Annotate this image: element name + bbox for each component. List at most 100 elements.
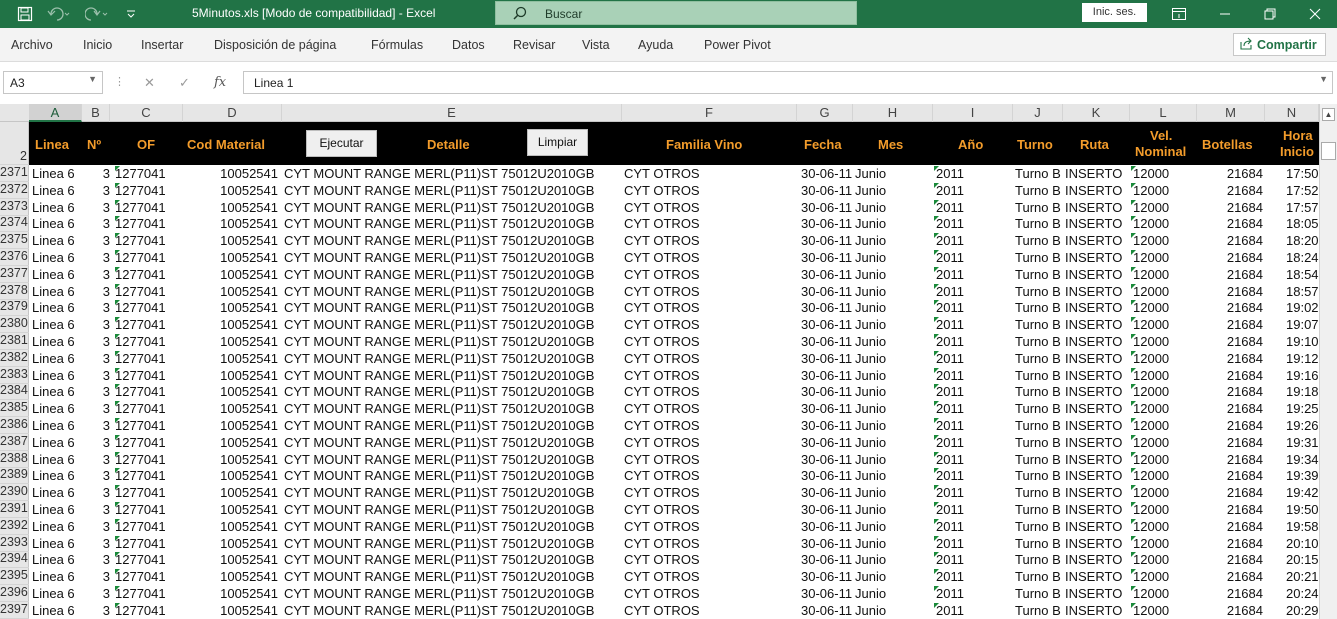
cell-turno[interactable]: Turno B	[1015, 300, 1061, 315]
cell-detalle[interactable]: CYT MOUNT RANGE MERL(P11)ST 75012U2010GB	[284, 536, 594, 551]
cell-ruta[interactable]: INSERTO	[1065, 368, 1122, 383]
cell-linea[interactable]: Linea 6	[32, 267, 75, 282]
cell-linea[interactable]: Linea 6	[32, 468, 75, 483]
cell-linea[interactable]: Linea 6	[32, 552, 75, 567]
cell-numero[interactable]: 3	[82, 552, 110, 567]
cell-familia[interactable]: CYT OTROS	[624, 317, 700, 332]
cell-familia[interactable]: CYT OTROS	[624, 435, 700, 450]
cell-vel-nominal[interactable]: 12000	[1133, 216, 1169, 231]
cell-fecha[interactable]: 30-06-11	[801, 485, 852, 500]
row-header[interactable]: 2390	[0, 484, 29, 501]
redo-icon[interactable]	[82, 4, 112, 24]
cell-botellas[interactable]: 21684	[1197, 216, 1263, 231]
cell-hora[interactable]: 18:24	[1286, 250, 1319, 265]
cell-ruta[interactable]: INSERTO	[1065, 351, 1122, 366]
cell-numero[interactable]: 3	[82, 586, 110, 601]
cell-cod-material[interactable]: 10052541	[183, 233, 278, 248]
cell-ruta[interactable]: INSERTO	[1065, 519, 1122, 534]
cell-cod-material[interactable]: 10052541	[183, 250, 278, 265]
cell-botellas[interactable]: 21684	[1197, 166, 1263, 181]
cell-botellas[interactable]: 21684	[1197, 200, 1263, 215]
cell-mes[interactable]: Junio	[855, 418, 886, 433]
cell-hora[interactable]: 18:20	[1286, 233, 1319, 248]
cell-mes[interactable]: Junio	[855, 368, 886, 383]
cell-anio[interactable]: 2011	[936, 552, 964, 567]
search-box[interactable]: Buscar	[495, 1, 857, 25]
cell-mes[interactable]: Junio	[855, 435, 886, 450]
cell-detalle[interactable]: CYT MOUNT RANGE MERL(P11)ST 75012U2010GB	[284, 452, 594, 467]
cell-ruta[interactable]: INSERTO	[1065, 267, 1122, 282]
cell-fecha[interactable]: 30-06-11	[801, 216, 852, 231]
cell-mes[interactable]: Junio	[855, 536, 886, 551]
cell-of[interactable]: 1277041	[115, 418, 166, 433]
cell-fecha[interactable]: 30-06-11	[801, 351, 852, 366]
cell-vel-nominal[interactable]: 12000	[1133, 552, 1169, 567]
cell-turno[interactable]: Turno B	[1015, 216, 1061, 231]
cell-fecha[interactable]: 30-06-11	[801, 384, 852, 399]
cell-of[interactable]: 1277041	[115, 233, 166, 248]
column-header-i[interactable]: I	[933, 104, 1013, 122]
cell-cod-material[interactable]: 10052541	[183, 368, 278, 383]
cell-cod-material[interactable]: 10052541	[183, 468, 278, 483]
row-header[interactable]: 2376	[0, 249, 29, 266]
column-header-l[interactable]: L	[1130, 104, 1197, 122]
cell-turno[interactable]: Turno B	[1015, 250, 1061, 265]
row-header[interactable]: 2397	[0, 602, 29, 619]
cell-botellas[interactable]: 21684	[1197, 250, 1263, 265]
tab-inicio[interactable]: Inicio	[83, 38, 112, 52]
cell-of[interactable]: 1277041	[115, 569, 166, 584]
cell-ruta[interactable]: INSERTO	[1065, 536, 1122, 551]
cell-familia[interactable]: CYT OTROS	[624, 250, 700, 265]
row-header[interactable]: 2374	[0, 215, 29, 232]
cell-fecha[interactable]: 30-06-11	[801, 368, 852, 383]
cell-detalle[interactable]: CYT MOUNT RANGE MERL(P11)ST 75012U2010GB	[284, 569, 594, 584]
row-header[interactable]: 2382	[0, 350, 29, 367]
cell-hora[interactable]: 19:25	[1286, 401, 1319, 416]
cell-hora[interactable]: 20:21	[1286, 569, 1319, 584]
cell-turno[interactable]: Turno B	[1015, 384, 1061, 399]
cell-cod-material[interactable]: 10052541	[183, 552, 278, 567]
row-header[interactable]: 2388	[0, 451, 29, 468]
cell-hora[interactable]: 19:50	[1286, 502, 1319, 517]
cell-familia[interactable]: CYT OTROS	[624, 368, 700, 383]
cell-fecha[interactable]: 30-06-11	[801, 166, 852, 181]
cell-cod-material[interactable]: 10052541	[183, 401, 278, 416]
cell-hora[interactable]: 19:10	[1286, 334, 1319, 349]
cell-vel-nominal[interactable]: 12000	[1133, 418, 1169, 433]
cell-hora[interactable]: 20:24	[1286, 586, 1319, 601]
tab-revisar[interactable]: Revisar	[513, 38, 555, 52]
cell-mes[interactable]: Junio	[855, 284, 886, 299]
cell-botellas[interactable]: 21684	[1197, 401, 1263, 416]
cell-familia[interactable]: CYT OTROS	[624, 233, 700, 248]
cell-vel-nominal[interactable]: 12000	[1133, 317, 1169, 332]
cell-ruta[interactable]: INSERTO	[1065, 468, 1122, 483]
cell-linea[interactable]: Linea 6	[32, 284, 75, 299]
cell-vel-nominal[interactable]: 12000	[1133, 452, 1169, 467]
cell-cod-material[interactable]: 10052541	[183, 418, 278, 433]
cell-ruta[interactable]: INSERTO	[1065, 166, 1122, 181]
cell-ruta[interactable]: INSERTO	[1065, 334, 1122, 349]
cell-linea[interactable]: Linea 6	[32, 368, 75, 383]
cell-of[interactable]: 1277041	[115, 250, 166, 265]
cell-turno[interactable]: Turno B	[1015, 552, 1061, 567]
cell-mes[interactable]: Junio	[855, 183, 886, 198]
cell-vel-nominal[interactable]: 12000	[1133, 502, 1169, 517]
cell-vel-nominal[interactable]: 12000	[1133, 267, 1169, 282]
cell-detalle[interactable]: CYT MOUNT RANGE MERL(P11)ST 75012U2010GB	[284, 233, 594, 248]
tab-power-pivot[interactable]: Power Pivot	[704, 38, 771, 52]
cell-anio[interactable]: 2011	[936, 519, 964, 534]
cell-fecha[interactable]: 30-06-11	[801, 183, 852, 198]
cell-anio[interactable]: 2011	[936, 233, 964, 248]
column-header-d[interactable]: D	[183, 104, 282, 122]
undo-icon[interactable]	[44, 4, 74, 24]
cell-fecha[interactable]: 30-06-11	[801, 468, 852, 483]
cell-anio[interactable]: 2011	[936, 536, 964, 551]
cell-familia[interactable]: CYT OTROS	[624, 401, 700, 416]
cell-fecha[interactable]: 30-06-11	[801, 300, 852, 315]
cell-vel-nominal[interactable]: 12000	[1133, 435, 1169, 450]
tab-vista[interactable]: Vista	[582, 38, 610, 52]
cell-turno[interactable]: Turno B	[1015, 200, 1061, 215]
cell-familia[interactable]: CYT OTROS	[624, 536, 700, 551]
row-header[interactable]: 2395	[0, 568, 29, 585]
cell-mes[interactable]: Junio	[855, 603, 886, 618]
